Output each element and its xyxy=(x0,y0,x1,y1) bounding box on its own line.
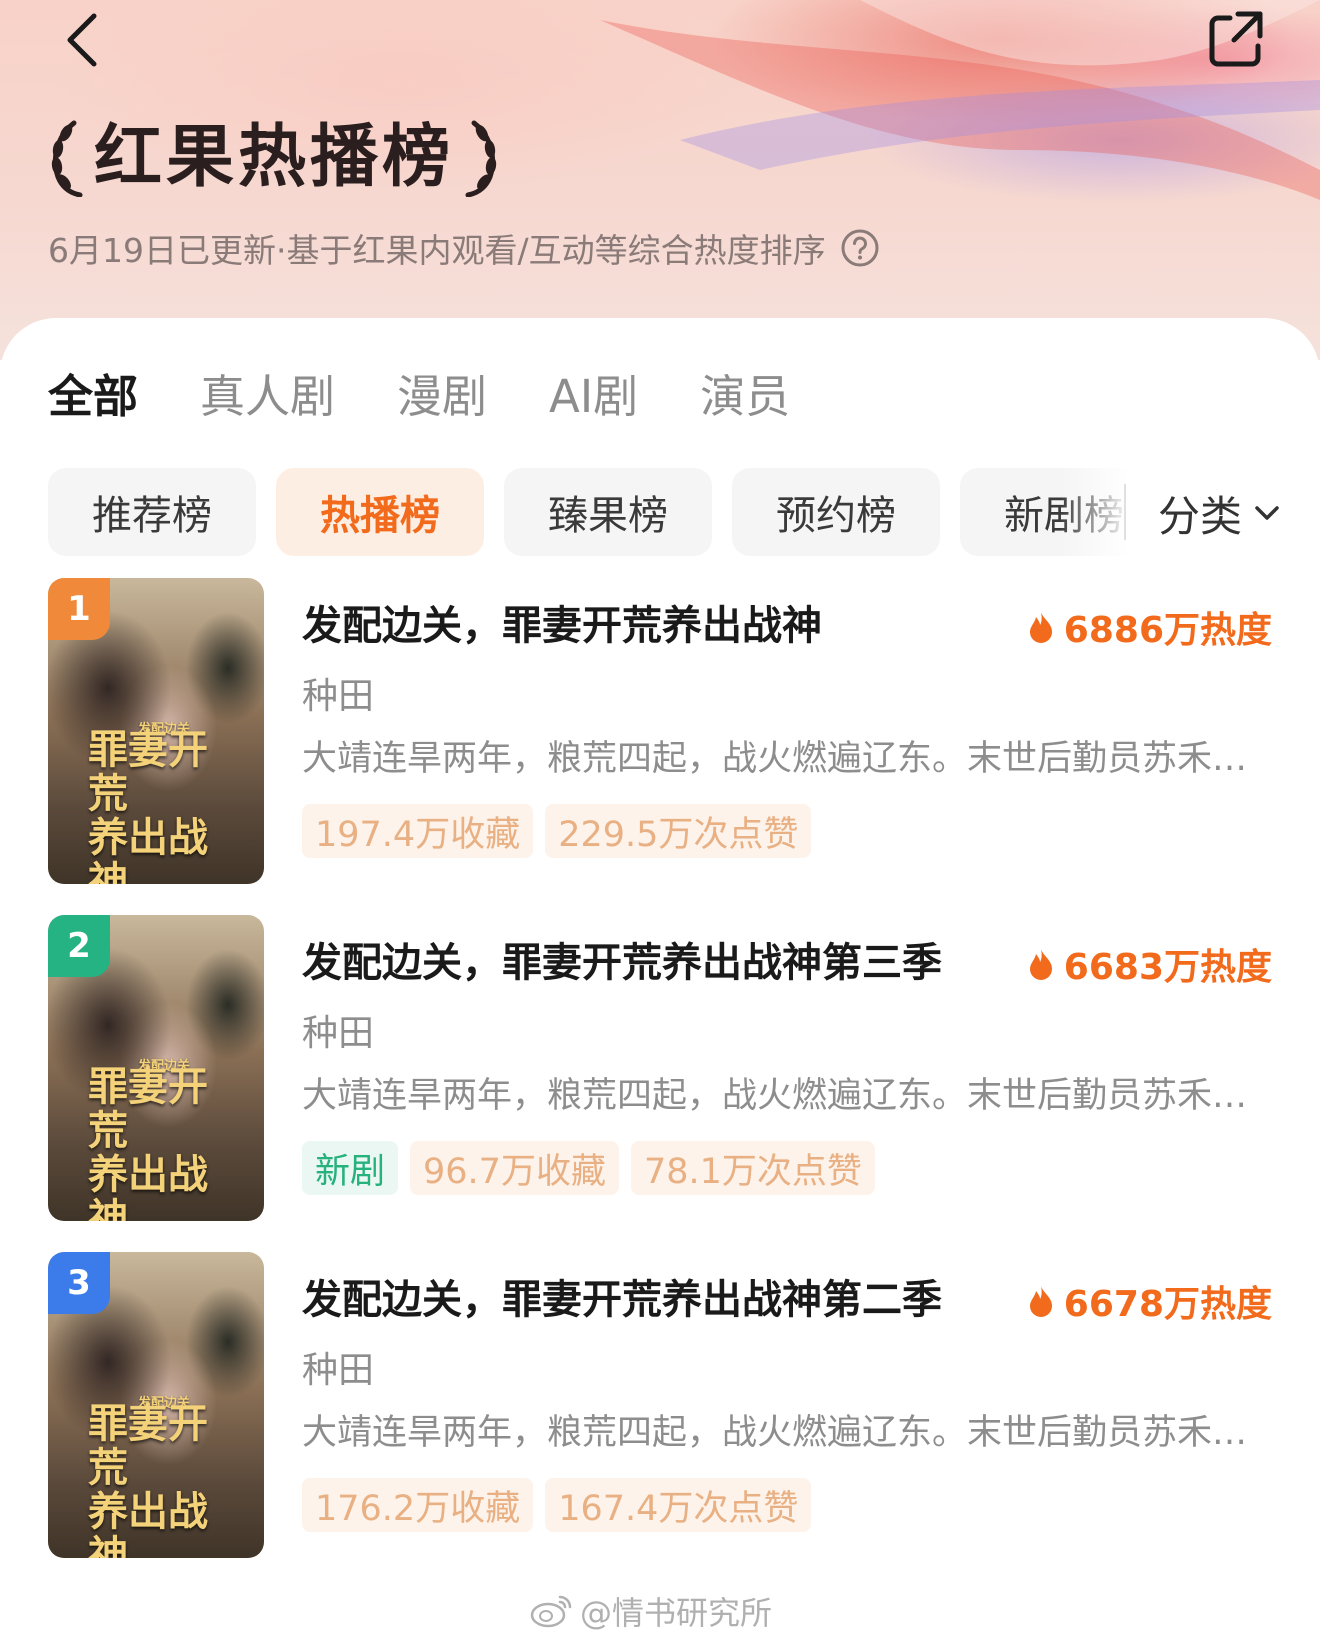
cover-title: 罪妻开荒 养出战神 xyxy=(88,1063,238,1222)
drama-title: 发配边关，罪妻开荒养出战神 xyxy=(302,603,822,649)
drama-description: 大靖连旱两年，粮荒四起，战火燃遍辽东。末世后勤员苏禾… xyxy=(302,1413,1248,1453)
drama-cover-image: 发配边关 罪妻开荒 养出战神 2 xyxy=(48,915,264,1221)
flame-icon xyxy=(1029,1286,1052,1317)
drama-description: 大靖连旱两年，粮荒四起，战火燃遍辽东。末世后勤员苏禾… xyxy=(302,739,1248,779)
cover-title-line2: 养出战神 xyxy=(88,1151,208,1222)
drama-list-item[interactable]: 发配边关 罪妻开荒 养出战神 1 发配边关，罪妻开荒养出战神 6886万热度 种… xyxy=(48,578,1272,888)
chip-reservation[interactable]: 预约榜 xyxy=(732,468,940,556)
drama-list-item[interactable]: 发配边关 罪妻开荒 养出战神 2 发配边关，罪妻开荒养出战神第三季 6683万热… xyxy=(48,915,1272,1225)
tab-ai[interactable]: AI剧 xyxy=(549,362,638,432)
cover-title-line1: 罪妻开荒 xyxy=(88,1400,208,1491)
likes-tag: 78.1万次点赞 xyxy=(630,1141,875,1195)
drama-title: 发配边关，罪妻开荒养出战神第三季 xyxy=(302,940,942,986)
new-drama-tag: 新剧 xyxy=(302,1141,399,1195)
chip-premium[interactable]: 臻果榜 xyxy=(504,468,712,556)
update-info-row: 6月19日已更新·基于红果内观看/互动等综合热度排序 xyxy=(48,226,880,270)
drama-description: 大靖连旱两年，粮荒四起，战火燃遍辽东。末世后勤员苏禾… xyxy=(302,1076,1248,1116)
share-icon xyxy=(1209,11,1263,67)
cover-title: 罪妻开荒 养出战神 xyxy=(88,1400,238,1559)
category-label: 分类 xyxy=(1158,491,1243,541)
favorites-tag: 176.2万收藏 xyxy=(302,1478,534,1532)
tab-live-action[interactable]: 真人剧 xyxy=(200,362,335,432)
cover-title-line1: 罪妻开荒 xyxy=(88,1063,208,1154)
chip-fade-overlay xyxy=(1060,468,1130,558)
cover-title-line1: 罪妻开荒 xyxy=(88,726,208,817)
tab-comic[interactable]: 漫剧 xyxy=(397,362,487,432)
drama-tags: 新剧 96.7万收藏 78.1万次点赞 xyxy=(302,1141,887,1197)
watermark: @情书研究所 xyxy=(530,1586,772,1636)
watermark-text: @情书研究所 xyxy=(580,1594,773,1632)
heat-score: 6678万热度 xyxy=(1028,1276,1272,1326)
drama-tags: 176.2万收藏 167.4万次点赞 xyxy=(302,1478,823,1534)
drama-genre: 种田 xyxy=(302,1013,375,1054)
category-filter-button[interactable]: 分类 xyxy=(1158,476,1282,550)
drama-genre: 种田 xyxy=(302,1350,375,1391)
likes-tag: 229.5万次点赞 xyxy=(545,804,812,858)
chip-hot-playing[interactable]: 热播榜 xyxy=(276,468,484,556)
rank-badge: 3 xyxy=(48,1252,110,1314)
drama-genre: 种田 xyxy=(302,676,375,717)
chip-divider xyxy=(1124,484,1126,540)
drama-tags: 197.4万收藏 229.5万次点赞 xyxy=(302,804,823,860)
cover-title: 罪妻开荒 养出战神 xyxy=(88,726,238,885)
heat-value: 6683万热度 xyxy=(1063,947,1272,988)
drama-cover-image: 发配边关 罪妻开荒 养出战神 1 xyxy=(48,578,264,884)
cover-title-line2: 养出战神 xyxy=(88,1488,208,1559)
chip-recommended[interactable]: 推荐榜 xyxy=(48,468,256,556)
weibo-icon xyxy=(530,1595,572,1628)
drama-cover-image: 发配边关 罪妻开荒 养出战神 3 xyxy=(48,1252,264,1558)
share-button[interactable] xyxy=(1204,6,1268,70)
main-tab-bar: 全部 真人剧 漫剧 AI剧 演员 xyxy=(48,362,852,432)
page-title-row: 红果热播榜 xyxy=(48,118,500,198)
help-icon[interactable] xyxy=(840,228,880,268)
update-subtitle: 6月19日已更新·基于红果内观看/互动等综合热度排序 xyxy=(48,231,826,270)
drama-title: 发配边关，罪妻开荒养出战神第二季 xyxy=(302,1277,942,1323)
favorites-tag: 96.7万收藏 xyxy=(410,1141,619,1195)
flame-icon xyxy=(1029,612,1052,643)
favorites-tag: 197.4万收藏 xyxy=(302,804,534,858)
page-title: 红果热播榜 xyxy=(94,118,455,197)
heat-score: 6683万热度 xyxy=(1028,939,1272,989)
ranking-type-bar: 推荐榜 热播榜 臻果榜 预约榜 新剧榜 xyxy=(48,468,1126,558)
cover-title-line2: 养出战神 xyxy=(88,814,208,885)
tab-actors[interactable]: 演员 xyxy=(700,362,790,432)
tab-all[interactable]: 全部 xyxy=(48,362,138,432)
likes-tag: 167.4万次点赞 xyxy=(545,1478,812,1532)
heat-value: 6886万热度 xyxy=(1063,610,1272,651)
chevron-left-icon xyxy=(67,13,97,67)
drama-list-item[interactable]: 发配边关 罪妻开荒 养出战神 3 发配边关，罪妻开荒养出战神第二季 6678万热… xyxy=(48,1252,1272,1562)
back-button[interactable] xyxy=(60,6,116,70)
heat-score: 6886万热度 xyxy=(1028,602,1272,652)
rank-badge: 2 xyxy=(48,915,110,977)
laurel-left-icon xyxy=(51,120,83,197)
heat-value: 6678万热度 xyxy=(1063,1284,1272,1325)
chevron-down-icon xyxy=(1255,506,1279,520)
laurel-right-icon xyxy=(465,120,497,197)
rank-badge: 1 xyxy=(48,578,110,640)
flame-icon xyxy=(1029,949,1052,980)
